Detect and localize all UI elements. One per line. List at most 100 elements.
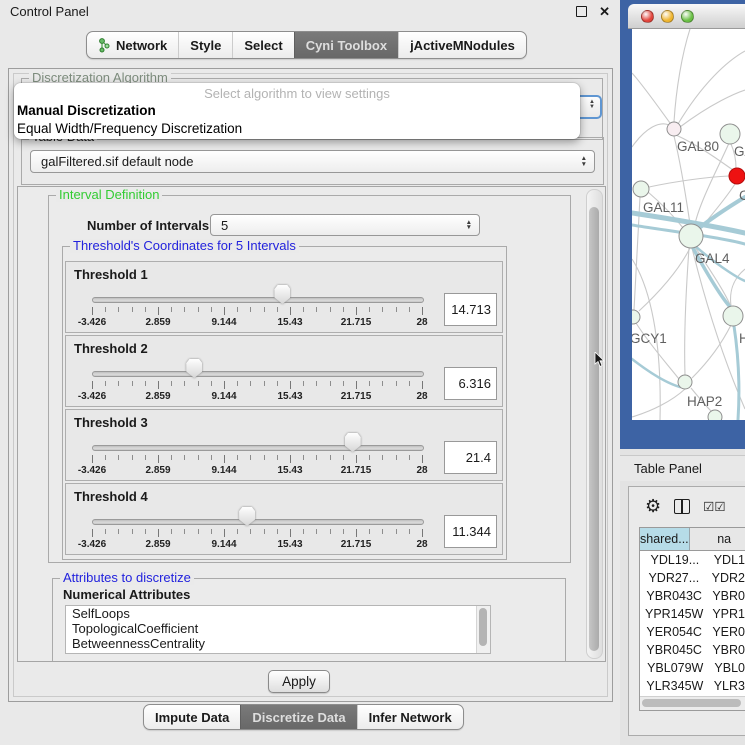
threshold-value-field[interactable]: 6.316 <box>444 367 497 400</box>
column-header[interactable]: na <box>690 528 745 550</box>
table-row[interactable]: YER054CYER0 <box>640 623 745 641</box>
threshold-value-field[interactable]: 11.344 <box>444 515 497 548</box>
table-data-group: Table Data galFiltered.sif default node … <box>21 137 604 185</box>
tick-mark <box>224 381 225 389</box>
network-edge[interactable] <box>649 176 729 187</box>
tick-mark <box>343 381 344 386</box>
threshold-value-field[interactable]: 14.713 <box>444 293 497 326</box>
network-edge[interactable] <box>685 248 689 375</box>
tab-impute-data[interactable]: Impute Data <box>144 705 240 729</box>
panel-scrollbar-thumb[interactable] <box>589 207 599 651</box>
tick-mark <box>237 529 238 534</box>
tab-style[interactable]: Style <box>178 32 232 58</box>
table-hscrollbar-thumb[interactable] <box>642 699 741 707</box>
table-row[interactable]: YBR043CYBR0 <box>640 587 745 605</box>
tick-mark <box>356 529 357 537</box>
table-data-combo[interactable]: galFiltered.sif default node ▲▼ <box>30 150 595 173</box>
slider-thumb[interactable] <box>186 359 202 378</box>
close-traffic-light[interactable] <box>641 10 654 23</box>
attribute-list-item[interactable]: TopologicalCoefficient <box>66 621 490 636</box>
network-node[interactable] <box>667 122 681 136</box>
table-horizontal-scrollbar[interactable] <box>640 696 745 710</box>
network-edge[interactable] <box>680 90 745 127</box>
tick-mark <box>184 381 185 386</box>
tick-mark <box>132 455 133 460</box>
attributes-scrollbar[interactable] <box>476 606 490 653</box>
table-cell: YBR045C <box>640 641 708 659</box>
split-columns-icon[interactable] <box>674 499 690 514</box>
tick-mark <box>92 307 93 315</box>
algorithm-option[interactable]: Manual Discretization <box>14 103 580 121</box>
table-row[interactable]: YDR27...YDR2 <box>640 569 745 587</box>
table-row[interactable]: YBR045CYBR0 <box>640 641 745 659</box>
table-row[interactable]: YDL19...YDL1 <box>640 551 745 569</box>
network-node[interactable] <box>633 181 649 197</box>
network-edge[interactable] <box>632 73 670 123</box>
slider-track[interactable] <box>92 297 424 303</box>
tick-label: 9.144 <box>203 465 245 476</box>
tick-label: 28 <box>401 539 443 550</box>
tick-label: -3.426 <box>71 391 113 402</box>
table-row[interactable]: YPR145WYPR1 <box>640 605 745 623</box>
network-node[interactable] <box>679 224 703 248</box>
network-edge[interactable] <box>639 248 690 311</box>
threshold-panel: Threshold 3-3.4262.8599.14415.4321.71528… <box>65 409 503 481</box>
minimize-traffic-light[interactable] <box>661 10 674 23</box>
slider-thumb[interactable] <box>239 507 255 526</box>
network-node[interactable] <box>720 124 740 144</box>
tab-label: Cyni Toolbox <box>306 38 387 53</box>
select-columns-icon[interactable]: ☑☑ <box>703 499 725 514</box>
table-row[interactable]: YBL079WYBL0 <box>640 659 745 677</box>
float-window-icon[interactable] <box>576 6 587 17</box>
tick-mark <box>237 307 238 312</box>
threshold-value-field[interactable]: 21.4 <box>444 441 497 474</box>
apply-button[interactable]: Apply <box>268 670 330 693</box>
attribute-list-item[interactable]: SelfLoops <box>66 606 490 621</box>
tab-network[interactable]: Network <box>87 32 178 58</box>
attributes-scrollbar-thumb[interactable] <box>479 608 487 646</box>
slider-track[interactable] <box>92 371 424 377</box>
slider-thumb[interactable] <box>345 433 361 452</box>
tick-mark <box>316 381 317 386</box>
attribute-list-item[interactable]: BetweennessCentrality <box>66 636 490 651</box>
tab-discretize-data[interactable]: Discretize Data <box>240 705 356 729</box>
network-window: GAL80GACGAL11GAL4GCY1HHAP2 <box>620 0 745 449</box>
network-node[interactable] <box>708 410 722 420</box>
zoom-traffic-light[interactable] <box>681 10 694 23</box>
tick-mark <box>316 455 317 460</box>
table-row[interactable]: YLR345WYLR3 <box>640 677 745 695</box>
number-of-intervals-combo[interactable]: 5 ▲▼ <box>210 214 480 236</box>
network-edge[interactable] <box>692 325 731 378</box>
network-node[interactable] <box>723 306 743 326</box>
algorithm-option[interactable]: Equal Width/Frequency Discretization <box>14 121 580 139</box>
column-header[interactable]: shared... <box>640 528 690 550</box>
close-icon[interactable]: ✕ <box>599 5 610 18</box>
tab-cyni-toolbox[interactable]: Cyni Toolbox <box>294 32 398 58</box>
slider-track[interactable] <box>92 445 424 451</box>
panel-vertical-scrollbar[interactable] <box>586 189 603 659</box>
tick-mark <box>145 307 146 312</box>
network-edge[interactable] <box>632 124 669 147</box>
network-node[interactable] <box>678 375 692 389</box>
tab-jactivemnodules[interactable]: jActiveMNodules <box>398 32 526 58</box>
network-node[interactable] <box>729 168 745 184</box>
network-edge[interactable] <box>692 248 745 409</box>
threshold-label: Threshold 1 <box>74 267 148 282</box>
tick-label: -3.426 <box>71 465 113 476</box>
tab-select[interactable]: Select <box>232 32 293 58</box>
tick-mark <box>382 529 383 534</box>
gear-icon[interactable]: ⚙ <box>645 497 661 515</box>
network-canvas[interactable]: GAL80GACGAL11GAL4GCY1HHAP2 <box>632 29 745 420</box>
tick-mark <box>303 307 304 312</box>
tick-label: 21.715 <box>335 391 377 402</box>
tick-mark <box>316 307 317 312</box>
slider-track[interactable] <box>92 519 424 525</box>
network-node[interactable] <box>632 310 640 324</box>
network-edge[interactable] <box>678 51 745 124</box>
table-cell: YDL1 <box>710 551 745 569</box>
tab-infer-network[interactable]: Infer Network <box>357 705 463 729</box>
network-window-titlebar[interactable] <box>628 4 745 29</box>
slider-thumb[interactable] <box>274 285 290 304</box>
network-edge-highlighted[interactable] <box>632 359 680 387</box>
network-edge[interactable] <box>632 389 685 417</box>
